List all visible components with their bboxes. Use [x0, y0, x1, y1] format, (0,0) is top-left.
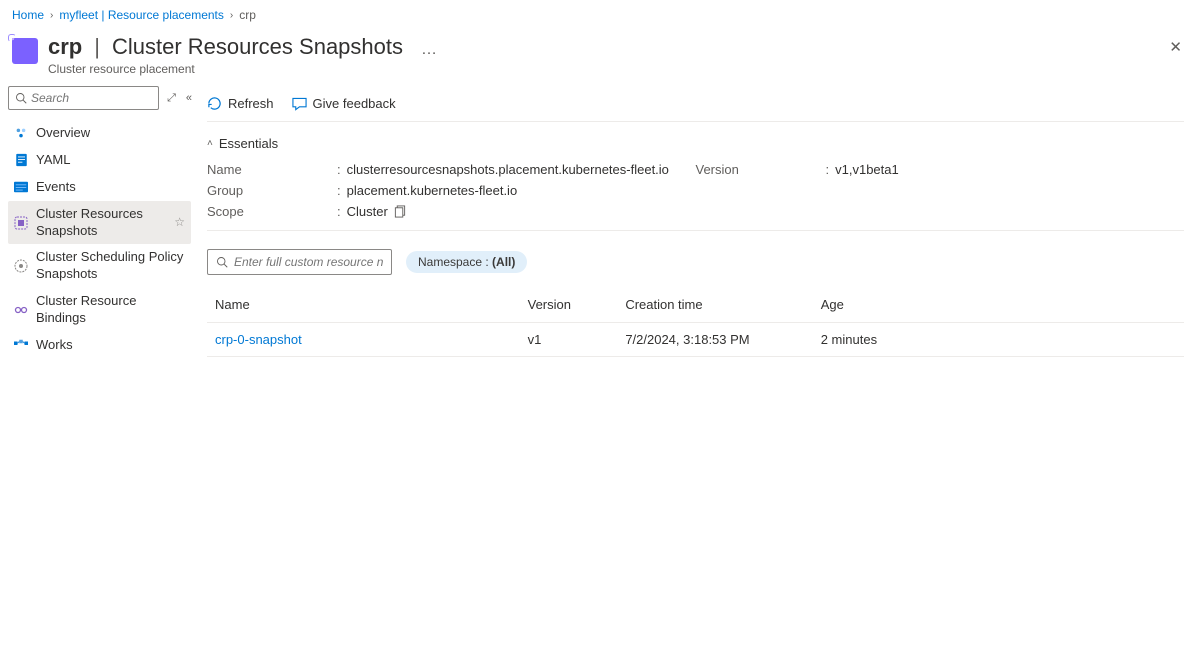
bindings-icon [14, 303, 28, 317]
essentials-version-label: Version [696, 162, 826, 177]
col-name[interactable]: Name [207, 287, 520, 323]
filter-bar: Namespace : (All) [207, 231, 1184, 287]
breadcrumb-home[interactable]: Home [12, 8, 44, 22]
row-version: v1 [520, 323, 618, 357]
chevron-right-icon: › [50, 10, 53, 21]
copy-icon[interactable] [394, 205, 406, 218]
breadcrumb: Home › myfleet | Resource placements › c… [0, 0, 1200, 30]
feedback-label: Give feedback [313, 96, 396, 111]
yaml-icon [14, 153, 28, 167]
essentials-scope-value: Cluster [347, 204, 388, 219]
essentials-group-label: Group [207, 183, 337, 198]
page-header: crp | Cluster Resources Snapshots … Clus… [0, 30, 1200, 86]
namespace-filter-label: Namespace : [418, 255, 492, 269]
namespace-filter-pill[interactable]: Namespace : (All) [406, 251, 527, 273]
sidebar-item-label: Cluster Resource Bindings [36, 293, 185, 327]
essentials-heading: Essentials [219, 136, 278, 151]
sidebar-item-label: YAML [36, 152, 70, 169]
resources-table: Name Version Creation time Age crp-0-sna… [207, 287, 1184, 357]
search-icon [216, 256, 228, 268]
resource-name-input[interactable] [234, 255, 383, 269]
collapse-sidebar-icon[interactable]: « [184, 90, 191, 106]
refresh-button[interactable]: Refresh [207, 96, 274, 111]
row-name-link[interactable]: crp-0-snapshot [215, 332, 302, 347]
page-title-section: Cluster Resources Snapshots [112, 34, 403, 60]
sidebar-item-cluster-resource-bindings[interactable]: Cluster Resource Bindings [8, 288, 191, 332]
essentials-version-value: v1,v1beta1 [835, 162, 899, 177]
sidebar-search[interactable] [8, 86, 159, 110]
search-icon [15, 92, 27, 104]
essentials-name-value: clusterresourcesnapshots.placement.kuber… [347, 162, 669, 177]
events-icon [14, 181, 28, 193]
main-content: Refresh Give feedback ˄ Essentials Name … [195, 86, 1200, 373]
favorite-icon[interactable]: ☆ [174, 215, 185, 231]
close-icon[interactable]: ✕ [1169, 38, 1182, 56]
sidebar-item-works[interactable]: Works [8, 332, 191, 359]
col-version[interactable]: Version [520, 287, 618, 323]
breadcrumb-current: crp [239, 8, 256, 22]
sidebar-item-yaml[interactable]: YAML [8, 147, 191, 174]
sidebar-item-label: Overview [36, 125, 90, 142]
toolbar: Refresh Give feedback [207, 86, 1184, 122]
sidebar-search-input[interactable] [31, 91, 152, 105]
snapshots-icon [14, 216, 28, 230]
breadcrumb-fleet[interactable]: myfleet | Resource placements [59, 8, 224, 22]
overview-icon [14, 126, 28, 140]
sidebar-item-cluster-resources-snapshots[interactable]: Cluster Resources Snapshots ☆ [8, 201, 191, 245]
chevron-right-icon: › [230, 10, 233, 21]
essentials-toggle[interactable]: ˄ Essentials [207, 136, 1184, 151]
essentials-scope-label: Scope [207, 204, 337, 219]
refresh-label: Refresh [228, 96, 274, 111]
row-creation: 7/2/2024, 3:18:53 PM [617, 323, 812, 357]
resource-icon [12, 38, 38, 64]
essentials-name-label: Name [207, 162, 337, 177]
essentials-section: ˄ Essentials Name : clusterresourcesnaps… [207, 122, 1184, 231]
title-separator: | [94, 34, 100, 60]
give-feedback-button[interactable]: Give feedback [292, 96, 396, 111]
col-age[interactable]: Age [813, 287, 1184, 323]
sidebar-item-events[interactable]: Events [8, 174, 191, 201]
sidebar-item-label: Events [36, 179, 76, 196]
namespace-filter-value: (All) [492, 255, 515, 269]
page-title-name: crp [48, 34, 82, 60]
col-creation[interactable]: Creation time [617, 287, 812, 323]
pin-icon[interactable]: ⤢ [165, 90, 178, 107]
essentials-group-value: placement.kubernetes-fleet.io [347, 183, 518, 198]
feedback-icon [292, 97, 307, 111]
sidebar-item-cluster-scheduling-policy-snapshots[interactable]: Cluster Scheduling Policy Snapshots [8, 244, 191, 288]
sidebar-item-overview[interactable]: Overview [8, 120, 191, 147]
policy-snapshots-icon [14, 259, 28, 273]
row-age: 2 minutes [813, 323, 1184, 357]
more-menu-button[interactable]: … [415, 41, 443, 59]
sidebar: ⤢ « Overview YAML Events [0, 86, 195, 373]
chevron-up-icon: ˄ [207, 138, 213, 149]
sidebar-item-label: Cluster Resources Snapshots [36, 206, 166, 240]
works-icon [14, 339, 28, 351]
sidebar-item-label: Works [36, 337, 73, 354]
resource-name-search[interactable] [207, 249, 392, 275]
sidebar-item-label: Cluster Scheduling Policy Snapshots [36, 249, 185, 283]
page-subtitle: Cluster resource placement [48, 62, 1188, 76]
refresh-icon [207, 96, 222, 111]
table-row[interactable]: crp-0-snapshot v1 7/2/2024, 3:18:53 PM 2… [207, 323, 1184, 357]
